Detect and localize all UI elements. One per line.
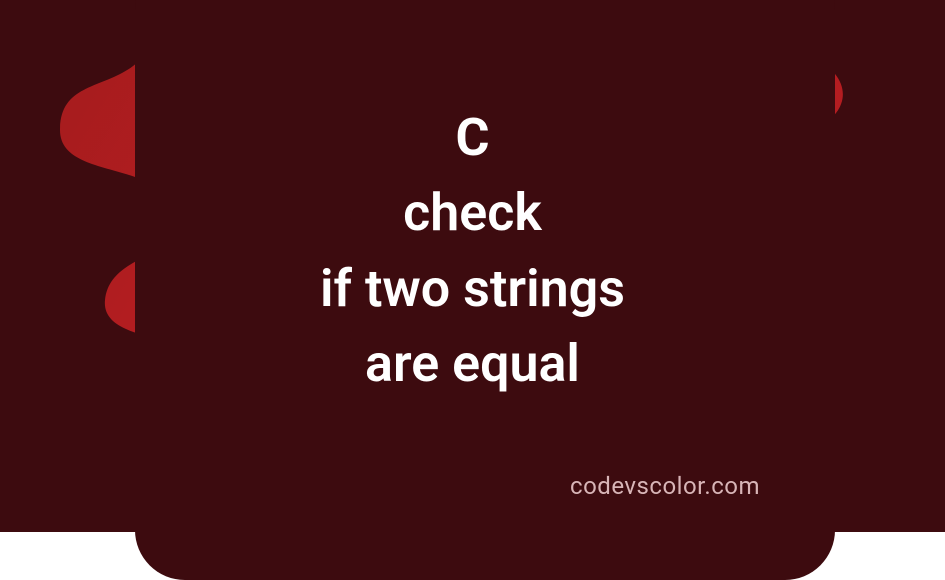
title-line-2: check: [0, 175, 945, 250]
title-line-1: C: [0, 100, 945, 175]
title-block: C check if two strings are equal: [0, 100, 945, 402]
graphic-canvas: C check if two strings are equal codevsc…: [0, 0, 945, 532]
title-line-3: if two strings: [0, 251, 945, 326]
title-line-4: are equal: [0, 326, 945, 401]
watermark-text: codevscolor.com: [570, 472, 760, 500]
